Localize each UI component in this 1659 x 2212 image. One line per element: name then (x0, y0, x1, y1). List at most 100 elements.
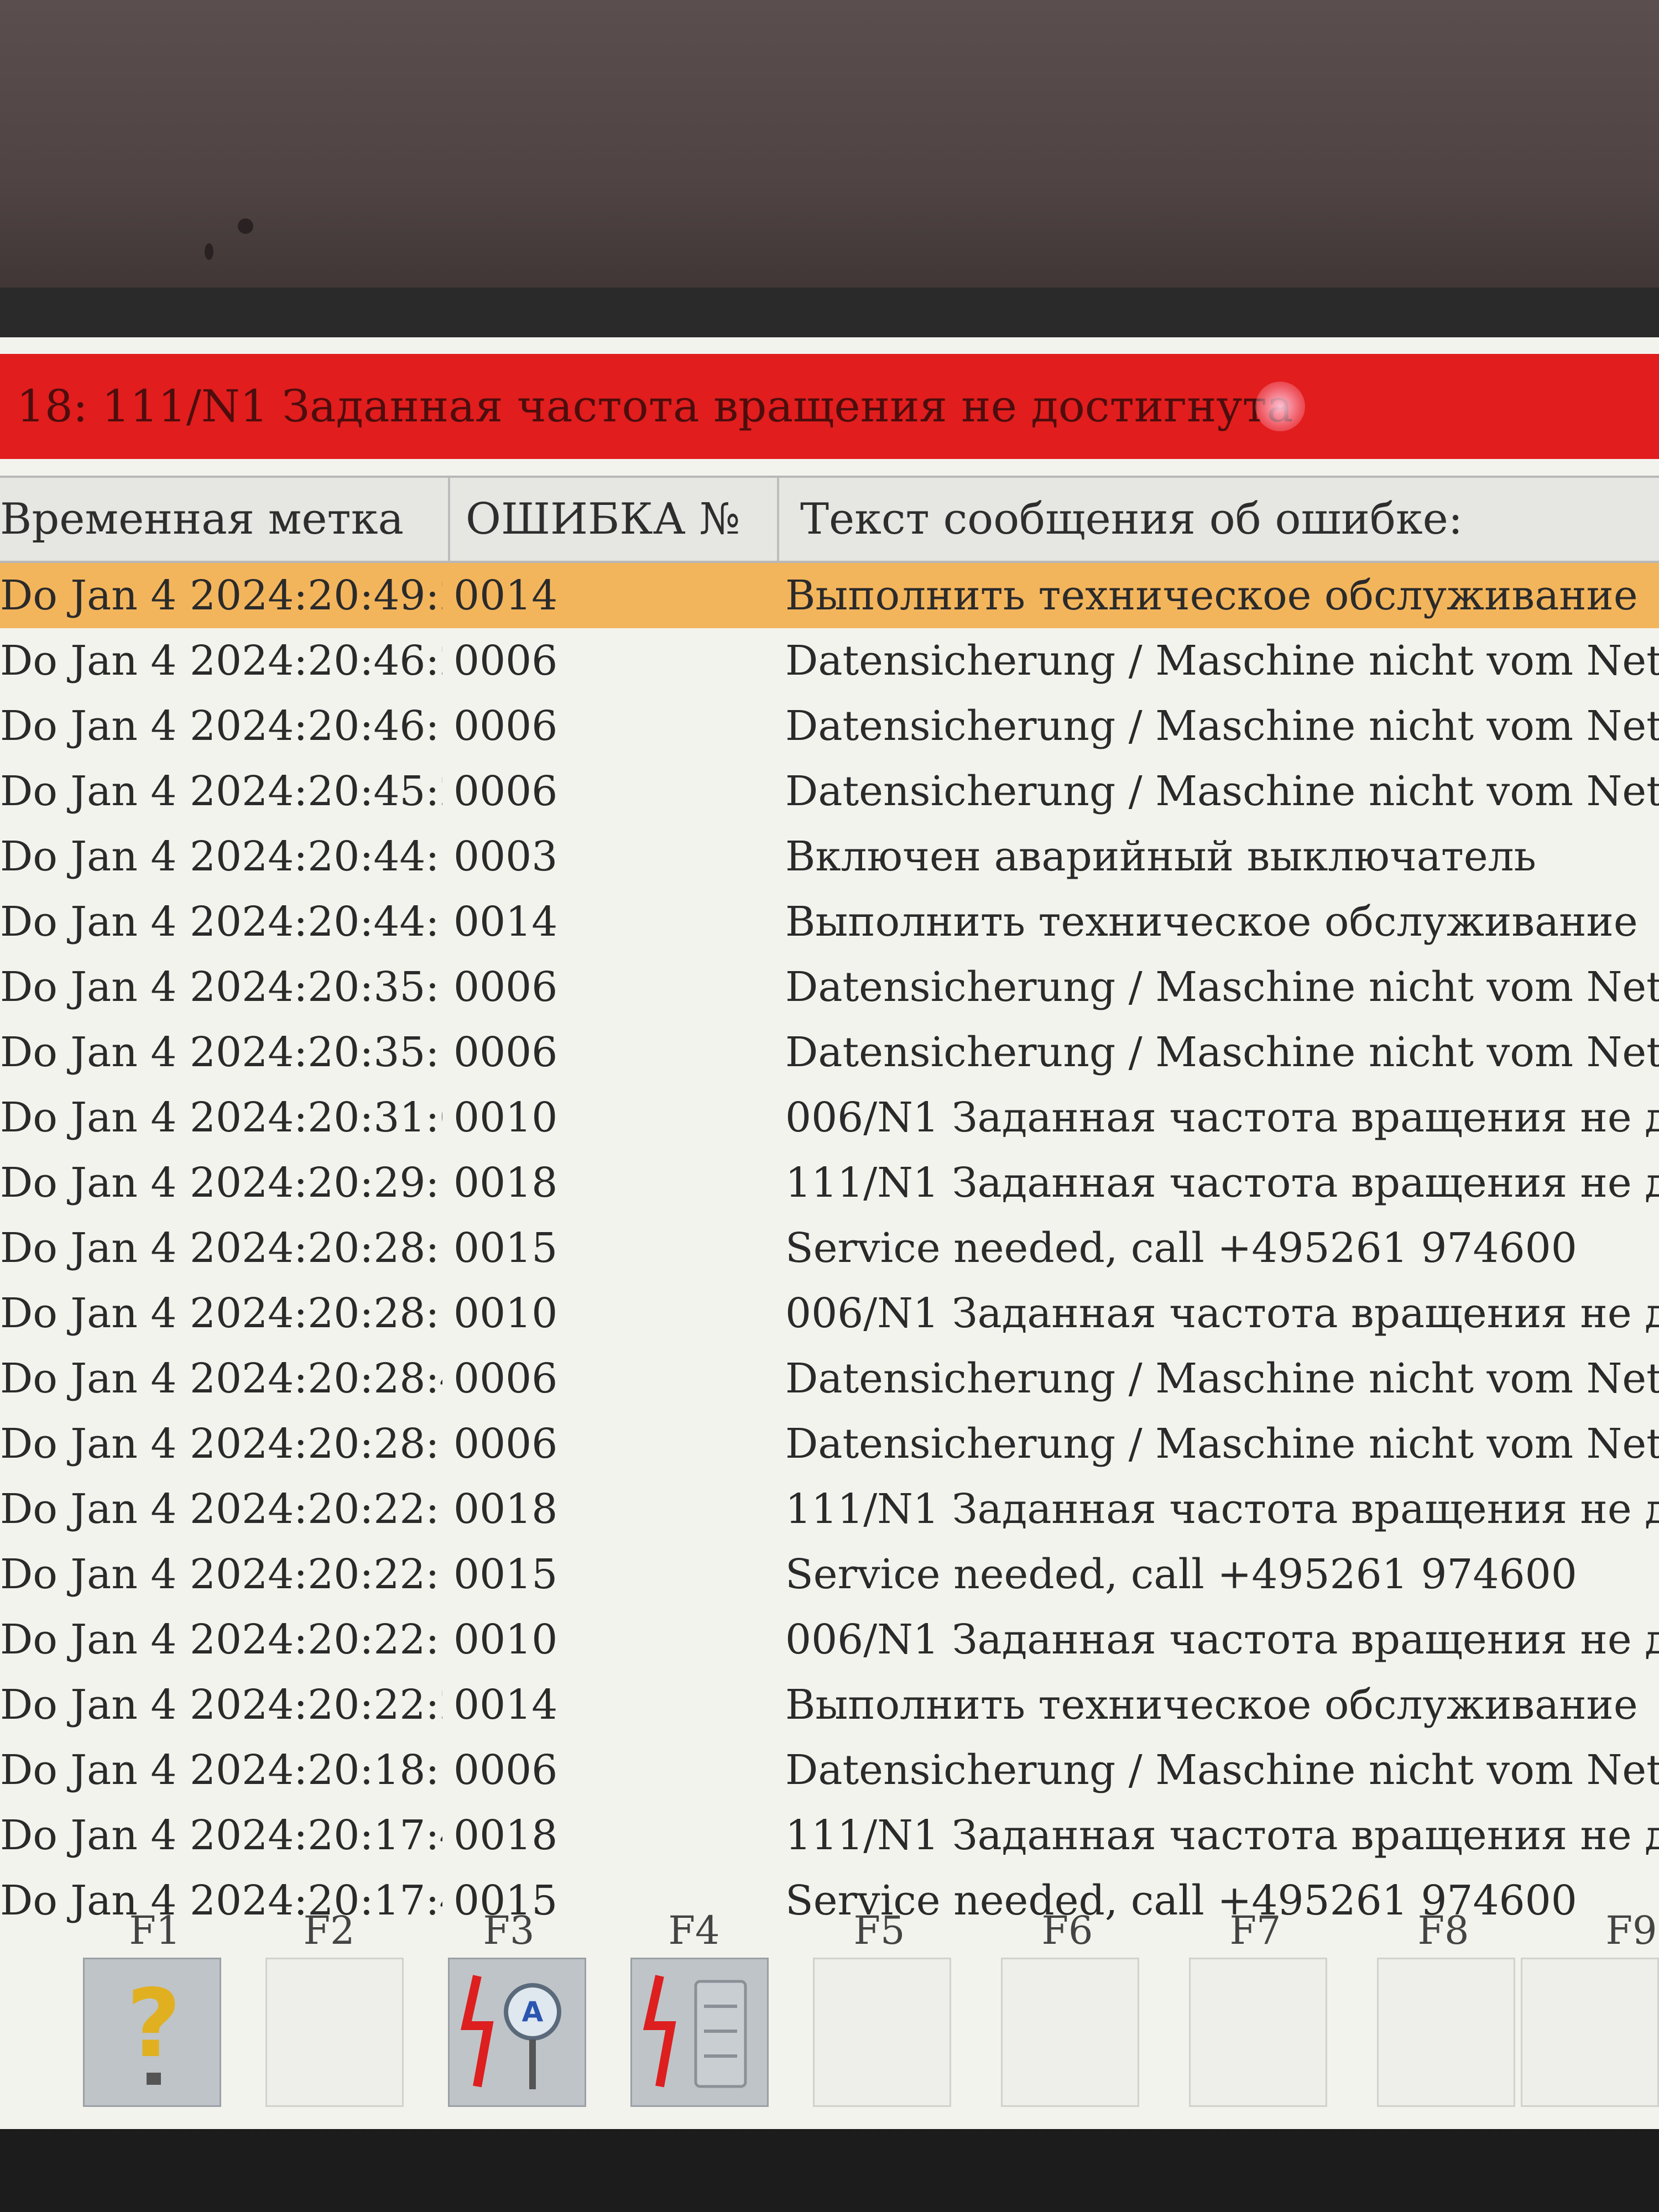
row-code: 0014 (453, 572, 558, 619)
table-row[interactable]: Do Jan 4 2024:20:49:29 0014 Выполнить те… (0, 563, 1659, 628)
row-code: 0015 (453, 1551, 558, 1598)
alarm-search-icon: A (461, 1975, 561, 2089)
row-timestamp: Do Jan 4 2024:20:46:10 (0, 702, 442, 750)
f8-button[interactable] (1377, 1958, 1515, 2107)
table-row[interactable]: Do Jan 4 2024:20:18:53 0006 Datensicheru… (0, 1738, 1659, 1803)
wall-background (0, 0, 1659, 310)
wall-spot (238, 218, 253, 234)
header-timestamp[interactable]: Временная метка (0, 478, 442, 561)
row-message: Включен аварийный выключатель (785, 833, 1536, 880)
row-code: 0018 (453, 1812, 558, 1859)
help-question-icon: ? (127, 1969, 181, 2085)
row-timestamp: Do Jan 4 2024:20:35:13 (0, 1029, 442, 1076)
fkey-label-f2: F2 (303, 1908, 355, 1953)
header-error-text[interactable]: Текст сообщения об ошибке: (777, 478, 1659, 561)
wall-spot (205, 243, 213, 260)
alarm-clear-icon (643, 1975, 747, 2088)
table-row[interactable]: Do Jan 4 2024:20:22:38 0018 111/N1 Задан… (0, 1477, 1659, 1542)
row-code: 0010 (453, 1290, 558, 1337)
fkey-label-f6: F6 (1041, 1908, 1093, 1953)
row-message: 111/N1 Заданная частота вращения не дост… (785, 1812, 1659, 1859)
table-row[interactable]: Do Jan 4 2024:20:44:35 0014 Выполнить те… (0, 889, 1659, 954)
fkey-label-f4: F4 (668, 1908, 720, 1953)
row-timestamp: Do Jan 4 2024:20:18:53 (0, 1746, 442, 1794)
row-timestamp: Do Jan 4 2024:20:28:47 (0, 1355, 442, 1402)
row-timestamp: Do Jan 4 2024:20:28:59 (0, 1290, 442, 1337)
table-row[interactable]: Do Jan 4 2024:20:35:13 0006 Datensicheru… (0, 1020, 1659, 1085)
row-code: 0006 (453, 1355, 558, 1402)
f9-button[interactable] (1521, 1958, 1659, 2107)
table-row[interactable]: Do Jan 4 2024:20:46:24 0006 Datensicheru… (0, 628, 1659, 693)
row-code: 0018 (453, 1159, 558, 1207)
row-timestamp: Do Jan 4 2024:20:22:30 (0, 1551, 442, 1598)
row-code: 0018 (453, 1485, 558, 1533)
f5-button[interactable] (813, 1958, 951, 2107)
row-message: Datensicherung / Maschine nicht vom Netz… (785, 1420, 1659, 1468)
row-message: Выполнить техническое обслуживание (785, 1681, 1638, 1729)
row-message: 006/N1 Заданная частота вращения не дост… (785, 1616, 1659, 1663)
f3-alarm-search-button[interactable]: A (448, 1958, 586, 2107)
row-timestamp: Do Jan 4 2024:20:17:41 (0, 1812, 442, 1859)
hmi-screen: 18: 111/N1 Заданная частота вращения не … (0, 337, 1659, 2129)
table-row[interactable]: Do Jan 4 2024:20:22:24 0014 Выполнить те… (0, 1672, 1659, 1738)
row-code: 0006 (453, 1746, 558, 1794)
row-message: Datensicherung / Maschine nicht vom Netz… (785, 1355, 1659, 1402)
row-timestamp: Do Jan 4 2024:20:22:30 (0, 1616, 442, 1663)
row-code: 0010 (453, 1616, 558, 1663)
table-row[interactable]: Do Jan 4 2024:20:28:35 0006 Datensicheru… (0, 1411, 1659, 1477)
row-code: 0010 (453, 1094, 558, 1141)
table-row[interactable]: Do Jan 4 2024:20:29:11 0018 111/N1 Задан… (0, 1150, 1659, 1215)
row-message: Выполнить техническое обслуживание (785, 898, 1638, 946)
row-timestamp: Do Jan 4 2024:20:29:11 (0, 1159, 442, 1207)
row-message: Datensicherung / Maschine nicht vom Netz… (785, 702, 1659, 750)
row-message: 006/N1 Заданная частота вращения не дост (785, 1094, 1659, 1141)
svg-text:?: ? (127, 1969, 181, 2079)
row-code: 0006 (453, 637, 558, 685)
row-message: Выполнить техническое обслуживание (785, 572, 1638, 619)
row-message: Datensicherung / Maschine nicht vom Netz… (785, 637, 1659, 685)
fkey-label-f3: F3 (483, 1908, 535, 1953)
table-row[interactable]: Do Jan 4 2024:20:22:30 0010 006/N1 Задан… (0, 1607, 1659, 1672)
row-code: 0014 (453, 1681, 558, 1729)
row-timestamp: Do Jan 4 2024:20:35:59 (0, 963, 442, 1011)
row-timestamp: Do Jan 4 2024:20:44:35 (0, 898, 442, 946)
table-row[interactable]: Do Jan 4 2024:20:28:47 0006 Datensicheru… (0, 1346, 1659, 1411)
f6-button[interactable] (1001, 1958, 1139, 2107)
table-row[interactable]: Do Jan 4 2024:20:45:21 0006 Datensicheru… (0, 759, 1659, 824)
row-timestamp: Do Jan 4 2024:20:44:52 (0, 833, 442, 880)
table-row[interactable]: Do Jan 4 2024:20:46:10 0006 Datensicheru… (0, 693, 1659, 759)
row-code: 0006 (453, 1420, 558, 1468)
row-message: Service needed, call +495261 974600 (785, 1551, 1577, 1598)
f2-button[interactable] (265, 1958, 404, 2107)
table-row[interactable]: Do Jan 4 2024:20:35:59 0006 Datensicheru… (0, 954, 1659, 1020)
active-alarm-bar[interactable]: 18: 111/N1 Заданная частота вращения не … (0, 354, 1659, 459)
fkey-label-f7: F7 (1229, 1908, 1281, 1953)
fkey-label-f5: F5 (853, 1908, 905, 1953)
error-log-table: Временная метка ОШИБКА № Текст сообщения… (0, 476, 1659, 1933)
table-row[interactable]: Do Jan 4 2024:20:22:30 0015 Service need… (0, 1542, 1659, 1607)
svg-text:A: A (522, 1996, 544, 2028)
f1-help-button[interactable]: ? (83, 1958, 221, 2107)
row-code: 0006 (453, 1029, 558, 1076)
f4-alarm-clear-button[interactable] (630, 1958, 769, 2107)
table-row[interactable]: Do Jan 4 2024:20:28:59 0010 006/N1 Задан… (0, 1281, 1659, 1346)
row-message: 006/N1 Заданная частота вращения не дост… (785, 1290, 1659, 1337)
row-message: 111/N1 Заданная частота вращения не дост… (785, 1485, 1659, 1533)
table-row[interactable]: Do Jan 4 2024:20:17:41 0018 111/N1 Задан… (0, 1803, 1659, 1868)
row-message: 111/N1 Заданная частота вращения не дост… (785, 1159, 1659, 1207)
row-timestamp: Do Jan 4 2024:20:22:24 (0, 1681, 442, 1729)
row-code: 0006 (453, 963, 558, 1011)
row-timestamp: Do Jan 4 2024:20:28:35 (0, 1420, 442, 1468)
row-timestamp: Do Jan 4 2024:20:46:24 (0, 637, 442, 685)
row-code: 0015 (453, 1224, 558, 1272)
row-code: 0006 (453, 702, 558, 750)
table-row[interactable]: Do Jan 4 2024:20:44:52 0003 Включен авар… (0, 824, 1659, 889)
screen-glare (1255, 382, 1305, 431)
header-error-number[interactable]: ОШИБКА № (448, 478, 774, 561)
row-timestamp: Do Jan 4 2024:20:22:38 (0, 1485, 442, 1533)
f7-button[interactable] (1189, 1958, 1327, 2107)
table-row[interactable]: Do Jan 4 2024:20:31:05 0010 006/N1 Задан… (0, 1085, 1659, 1150)
table-row[interactable]: Do Jan 4 2024:20:28:59 0015 Service need… (0, 1215, 1659, 1281)
fkey-label-f9: F9 (1605, 1908, 1657, 1953)
row-code: 0003 (453, 833, 558, 880)
